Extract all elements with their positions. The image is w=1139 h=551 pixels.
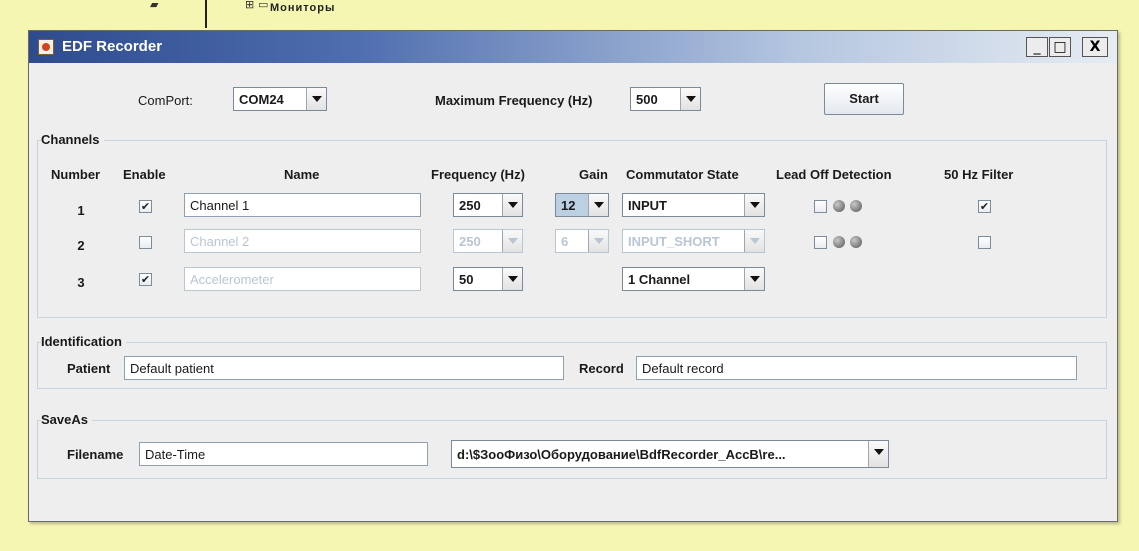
chevron-down-icon[interactable] (744, 194, 764, 216)
maximize-button[interactable]: □ (1049, 37, 1071, 57)
channel-1-name-input[interactable]: Channel 1 (184, 193, 421, 217)
channel-1-gain-combo[interactable]: 12 (555, 193, 609, 217)
chevron-down-icon (744, 230, 764, 252)
channel-2-name-input[interactable]: Channel 2 (184, 229, 421, 253)
patient-label: Patient (67, 361, 111, 376)
channel-1-leadoff-p-led-icon (833, 200, 845, 212)
channel-3-enable-checkbox[interactable]: ✔ (139, 273, 152, 286)
record-label: Record (579, 361, 624, 376)
title-bar[interactable]: EDF Recorder _ □ X (29, 31, 1117, 63)
channel-1-enable-checkbox[interactable]: ✔ (139, 200, 152, 213)
minimize-button[interactable]: _ (1026, 37, 1048, 57)
chevron-down-icon[interactable] (588, 194, 608, 216)
edf-recorder-window: EDF Recorder _ □ X ComPort: COM24 Maximu… (28, 30, 1118, 522)
channel-2-enable-checkbox[interactable] (139, 236, 152, 249)
filename-label: Filename (67, 447, 124, 462)
channel-3-commutator-value: 1 Channel (628, 272, 691, 287)
channel-1-commutator-combo[interactable]: INPUT (622, 193, 765, 217)
header-number: Number (51, 167, 101, 182)
comport-combo[interactable]: COM24 (233, 87, 327, 111)
record-input[interactable]: Default record (636, 356, 1077, 380)
close-button[interactable]: X (1082, 37, 1108, 57)
max-frequency-value: 500 (636, 92, 658, 107)
channels-group-title: Channels (41, 132, 104, 147)
comport-label: ComPort: (138, 93, 193, 108)
channel-1-commutator-value: INPUT (628, 198, 667, 213)
channel-2-leadoff-checkbox[interactable] (814, 236, 827, 249)
chevron-down-icon[interactable] (306, 88, 326, 110)
background-separator (205, 0, 207, 28)
chevron-down-icon[interactable] (680, 88, 700, 110)
channel-3-number: 3 (77, 275, 85, 290)
save-directory-value: d:\$ЗооФизо\Оборудование\BdfRecorder_Acc… (457, 447, 786, 462)
chevron-down-icon[interactable] (744, 268, 764, 290)
channel-2-frequency-value: 250 (459, 234, 481, 249)
channel-2-gain-value: 6 (561, 234, 569, 249)
channel-2-leadoff-p-led-icon (833, 236, 845, 248)
chevron-down-icon (502, 230, 522, 252)
monitor-icon: ▭ (258, 0, 269, 11)
channel-2-commutator-combo: INPUT_SHORT (622, 229, 765, 253)
channel-1-leadoff-checkbox[interactable] (814, 200, 827, 213)
header-lead-off-detection: Lead Off Detection (776, 167, 892, 182)
start-button[interactable]: Start (824, 83, 904, 115)
chevron-down-icon[interactable] (502, 268, 522, 290)
header-frequency: Frequency (Hz) (431, 167, 525, 182)
channel-1-filter-checkbox[interactable]: ✔ (978, 200, 991, 213)
channel-2-leadoff-n-led-icon (850, 236, 862, 248)
channel-3-frequency-value: 50 (459, 272, 474, 287)
save-directory-combo[interactable]: d:\$ЗооФизо\Оборудование\BdfRecorder_Acc… (451, 440, 889, 468)
channel-3-frequency-combo[interactable]: 50 (453, 267, 523, 291)
background-tree-label: Мониторы (270, 2, 336, 14)
channel-1-leadoff-n-led-icon (850, 200, 862, 212)
channel-2-number: 2 (77, 238, 85, 253)
channel-2-frequency-combo: 250 (453, 229, 523, 253)
chevron-down-icon (588, 230, 608, 252)
background-app-icon: ▰ (150, 0, 159, 11)
header-50hz-filter: 50 Hz Filter (944, 167, 1014, 182)
channel-2-gain-combo: 6 (555, 229, 609, 253)
header-gain: Gain (579, 167, 608, 182)
chevron-down-icon[interactable] (502, 194, 522, 216)
chevron-down-icon[interactable] (868, 441, 888, 467)
patient-input[interactable]: Default patient (124, 356, 564, 380)
max-frequency-combo[interactable]: 500 (630, 87, 701, 111)
filename-input[interactable]: Date-Time (139, 442, 428, 466)
header-name: Name (284, 167, 320, 182)
identification-group-title: Identification (41, 334, 126, 349)
channel-3-commutator-combo[interactable]: 1 Channel (622, 267, 765, 291)
tree-expand-icon: ⊞ (245, 0, 255, 11)
comport-value: COM24 (239, 92, 284, 107)
saveas-group-title: SaveAs (41, 412, 92, 427)
max-frequency-label: Maximum Frequency (Hz) (435, 93, 593, 108)
channel-3-name-input[interactable]: Accelerometer (184, 267, 421, 291)
channel-2-filter-checkbox[interactable] (978, 236, 991, 249)
channel-1-frequency-value: 250 (459, 198, 481, 213)
channel-2-commutator-value: INPUT_SHORT (628, 234, 720, 249)
header-commutator-state: Commutator State (626, 167, 739, 182)
channel-1-number: 1 (77, 203, 85, 218)
background-tree: ▰ ⊞ ▭ Мониторы (150, 0, 410, 16)
header-enable: Enable (123, 167, 166, 182)
channel-1-gain-value: 12 (561, 198, 576, 213)
window-title: EDF Recorder (62, 38, 163, 55)
channel-1-frequency-combo[interactable]: 250 (453, 193, 523, 217)
java-app-icon (38, 39, 54, 55)
